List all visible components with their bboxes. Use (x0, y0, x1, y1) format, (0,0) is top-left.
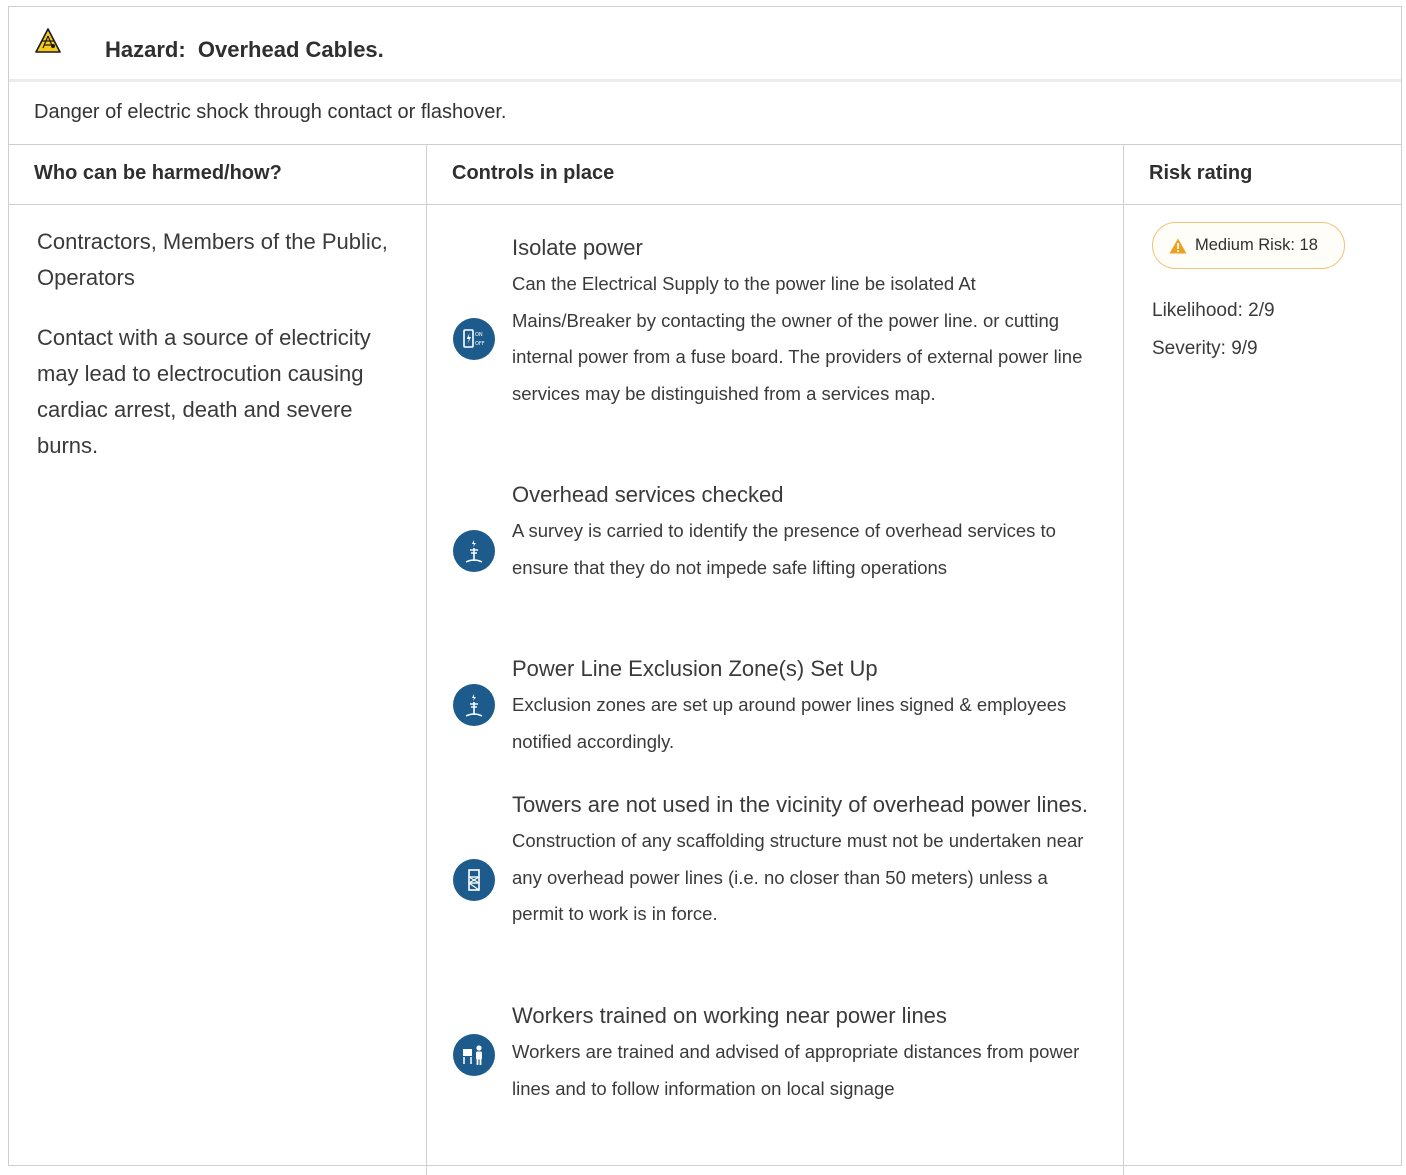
risk-severity: Severity: 9/9 (1152, 338, 1258, 359)
power-switch-icon: ON OFF (453, 318, 495, 360)
control-title: Power Line Exclusion Zone(s) Set Up (512, 656, 878, 681)
harm-description: Contact with a source of electricity may… (37, 325, 371, 458)
control-item: Isolate power Can the Electrical Supply … (512, 229, 1092, 412)
control-description: Can the Electrical Supply to the power l… (512, 273, 1083, 404)
svg-text:ON: ON (475, 332, 483, 338)
control-item: Towers are not used in the vicinity of o… (512, 786, 1092, 933)
control-item: Workers trained on working near power li… (512, 997, 1092, 1107)
warning-icon (1169, 238, 1187, 253)
column-header-who: Who can be harmed/how? (34, 162, 282, 184)
risk-badge: Medium Risk: 18 (1152, 222, 1345, 269)
control-title: Isolate power (512, 235, 643, 260)
hazard-description-row: Danger of electric shock through contact… (9, 82, 1401, 145)
control-description: A survey is carried to identify the pres… (512, 520, 1056, 578)
control-description: Workers are trained and advised of appro… (512, 1041, 1080, 1099)
control-item: Overhead services checked A survey is ca… (512, 476, 1092, 586)
control-item: Power Line Exclusion Zone(s) Set Up Excl… (512, 650, 1092, 760)
control-description: Exclusion zones are set up around power … (512, 694, 1067, 752)
scaffold-tower-icon (453, 859, 495, 901)
hazard-header: Hazard: Overhead Cables. (9, 7, 1401, 82)
control-title: Overhead services checked (512, 482, 784, 507)
column-divider (426, 145, 427, 1175)
control-description: Construction of any scaffolding structur… (512, 830, 1084, 924)
power-pylon-icon (453, 684, 495, 726)
risk-likelihood: Likelihood: 2/9 (1152, 300, 1275, 321)
hazard-description: Danger of electric shock through contact… (34, 101, 507, 123)
table-header-row: Who can be harmed/how? Controls in place… (9, 145, 1401, 205)
control-title: Workers trained on working near power li… (512, 1003, 947, 1028)
column-header-risk: Risk rating (1149, 162, 1253, 184)
harmed-people: Contractors, Members of the Public, Oper… (37, 229, 388, 290)
column-header-controls: Controls in place (452, 162, 615, 184)
worker-training-icon (453, 1034, 495, 1076)
hazard-card: Hazard: Overhead Cables. Danger of elect… (8, 6, 1402, 1175)
hazard-title: Hazard: Overhead Cables. (105, 37, 384, 62)
column-divider (1123, 145, 1124, 1175)
power-pylon-icon (453, 530, 495, 572)
svg-text:OFF: OFF (475, 341, 485, 347)
risk-badge-label: Medium Risk: 18 (1195, 236, 1318, 254)
control-title: Towers are not used in the vicinity of o… (512, 792, 1088, 817)
overhead-cable-hazard-icon (35, 28, 61, 53)
